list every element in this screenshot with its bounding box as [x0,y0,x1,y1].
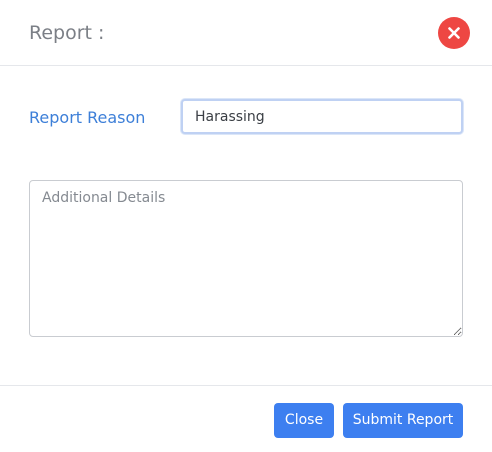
report-modal: Report : Report Reason Close Submit Repo… [0,0,492,452]
close-modal-button[interactable] [438,17,470,49]
report-reason-label: Report Reason [29,108,146,127]
submit-report-button[interactable]: Submit Report [343,403,463,438]
close-button[interactable]: Close [274,403,334,438]
report-reason-input[interactable] [181,99,463,134]
modal-title: Report : [29,22,105,44]
modal-header: Report : [0,0,492,66]
additional-details-textarea[interactable] [29,180,463,337]
modal-body: Report Reason [0,66,492,385]
modal-footer: Close Submit Report [0,385,492,452]
close-icon [448,27,460,39]
